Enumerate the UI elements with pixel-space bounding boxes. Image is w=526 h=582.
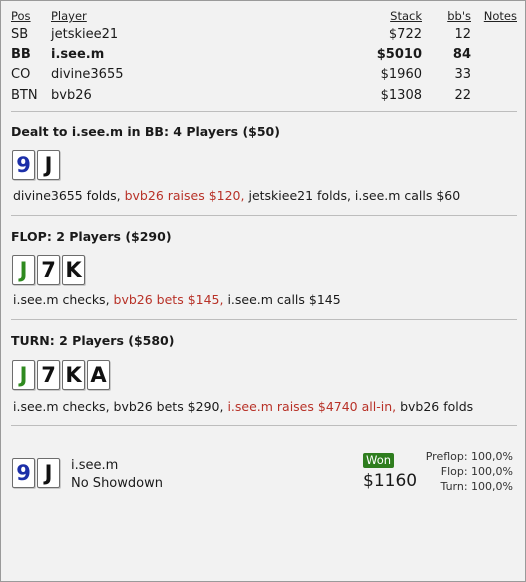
- playing-card: 9: [12, 458, 35, 488]
- action-highlight: bvb26 raises $120,: [124, 188, 249, 203]
- player-stack: $5010: [376, 47, 422, 62]
- col-bbs-header[interactable]: bb's: [447, 9, 471, 23]
- player-position: CO: [11, 67, 31, 82]
- action-text: i.see.m checks,: [13, 292, 114, 307]
- action-text: i.see.m checks, bvb26 bets $290,: [13, 399, 228, 414]
- action-highlight: i.see.m raises $4740 all-in,: [227, 399, 401, 414]
- player-row[interactable]: BTN bvb26 $1308 22: [11, 88, 519, 108]
- equity-flop: Flop: 100,0%: [440, 465, 513, 478]
- player-bbs: 12: [454, 27, 471, 42]
- playing-card: 7: [37, 360, 60, 390]
- playing-card: J: [37, 150, 60, 180]
- hand-history-panel: Pos Player Stack bb's Notes SB jetskiee21…: [0, 0, 526, 582]
- players-table-header: Pos Player Stack bb's Notes: [11, 9, 519, 25]
- player-position: BB: [11, 47, 31, 62]
- playing-card: J: [12, 255, 35, 285]
- equity-preflop: Preflop: 100,0%: [425, 450, 513, 463]
- action-highlight: bvb26 bets $145,: [113, 292, 228, 307]
- summary-result: No Showdown: [71, 476, 163, 491]
- divider: [11, 111, 517, 112]
- equity-turn: Turn: 100,0%: [440, 480, 513, 493]
- player-stack: $722: [388, 27, 422, 42]
- preflop-title: Dealt to i.see.m in BB: 4 Players ($50): [11, 124, 280, 139]
- hole-cards: 9J: [12, 150, 60, 180]
- flop-title: FLOP: 2 Players ($290): [11, 229, 172, 244]
- player-row[interactable]: BB i.see.m $5010 84: [11, 47, 519, 67]
- action-text: i.see.m calls $145: [227, 292, 341, 307]
- preflop-actions: divine3655 folds, bvb26 raises $120, jet…: [13, 188, 460, 203]
- player-name: i.see.m: [51, 47, 105, 62]
- player-stack: $1308: [380, 88, 422, 103]
- summary-player: i.see.m No Showdown: [71, 457, 163, 493]
- equity-stats: Preflop: 100,0% Flop: 100,0% Turn: 100,0…: [426, 449, 513, 494]
- col-player-header[interactable]: Player: [51, 9, 87, 23]
- player-name: bvb26: [51, 88, 92, 103]
- action-text: divine3655 folds,: [13, 188, 125, 203]
- won-amount: $1160: [363, 471, 418, 491]
- player-position: BTN: [11, 88, 38, 103]
- turn-cards: J7KA: [12, 360, 110, 390]
- won-badge: Won: [363, 453, 395, 468]
- player-name: jetskiee21: [51, 27, 119, 42]
- turn-actions: i.see.m checks, bvb26 bets $290, i.see.m…: [13, 399, 473, 414]
- divider: [11, 425, 517, 426]
- playing-card: 7: [37, 255, 60, 285]
- playing-card: J: [37, 458, 60, 488]
- player-bbs: 84: [452, 47, 471, 62]
- summary-player-name: i.see.m: [71, 458, 119, 473]
- player-bbs: 33: [454, 67, 471, 82]
- player-bbs: 22: [454, 88, 471, 103]
- col-notes-header[interactable]: Notes: [484, 9, 517, 23]
- player-name: divine3655: [51, 67, 124, 82]
- turn-title: TURN: 2 Players ($580): [11, 333, 175, 348]
- action-text: jetskiee21 folds, i.see.m calls $60: [248, 188, 461, 203]
- divider: [11, 215, 517, 216]
- action-text: bvb26 folds: [400, 399, 474, 414]
- player-stack: $1960: [380, 67, 422, 82]
- flop-cards: J7K: [12, 255, 85, 285]
- col-pos-header[interactable]: Pos: [11, 9, 31, 23]
- flop-actions: i.see.m checks, bvb26 bets $145, i.see.m…: [13, 292, 341, 307]
- player-row[interactable]: SB jetskiee21 $722 12: [11, 27, 519, 47]
- playing-card: K: [62, 360, 85, 390]
- playing-card: A: [87, 360, 110, 390]
- playing-card: K: [62, 255, 85, 285]
- playing-card: 9: [12, 150, 35, 180]
- playing-card: J: [12, 360, 35, 390]
- col-stack-header[interactable]: Stack: [390, 9, 422, 23]
- summary-hole-cards: 9J: [12, 458, 60, 488]
- divider: [11, 319, 517, 320]
- player-position: SB: [11, 27, 29, 42]
- player-row[interactable]: CO divine3655 $1960 33: [11, 67, 519, 87]
